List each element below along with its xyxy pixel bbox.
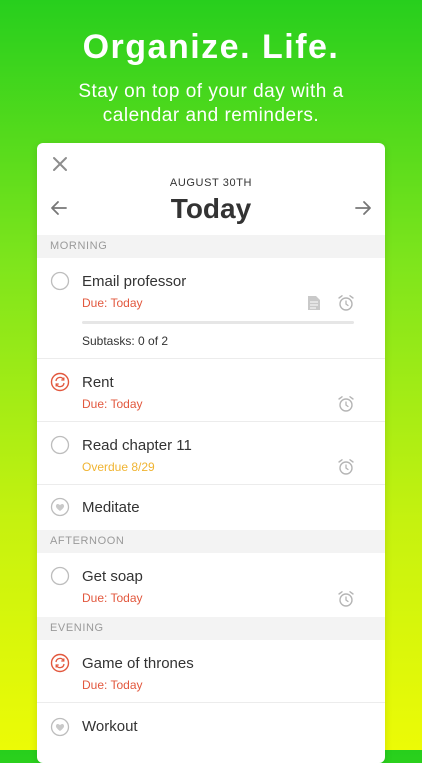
note-icon bbox=[308, 296, 320, 310]
task-title: Meditate bbox=[82, 499, 140, 516]
repeat-icon[interactable] bbox=[50, 372, 70, 392]
task-title: Rent bbox=[82, 374, 114, 391]
task-title: Game of thrones bbox=[82, 655, 194, 672]
task-overdue: Overdue 8/29 bbox=[82, 460, 155, 474]
task-title: Email professor bbox=[82, 273, 187, 290]
task-email-professor[interactable]: Email professor Due: Today Subtasks: 0 o… bbox=[37, 258, 385, 359]
task-title: Read chapter 11 bbox=[82, 437, 192, 454]
task-get-soap[interactable]: Get soap Due: Today bbox=[37, 553, 385, 617]
repeat-icon[interactable] bbox=[50, 653, 70, 673]
task-due: Due: Today bbox=[82, 678, 143, 692]
alarm-icon[interactable] bbox=[337, 458, 355, 476]
task-due: Due: Today bbox=[82, 296, 143, 310]
alarm-icon[interactable] bbox=[337, 395, 355, 413]
task-game-of-thrones[interactable]: Game of thrones Due: Today bbox=[37, 640, 385, 703]
task-workout[interactable]: Workout bbox=[37, 703, 385, 763]
task-meditate[interactable]: Meditate bbox=[37, 485, 385, 530]
heart-icon[interactable] bbox=[50, 497, 70, 517]
alarm-icon[interactable] bbox=[337, 294, 355, 312]
alarm-icon[interactable] bbox=[337, 590, 355, 608]
arrow-right-icon[interactable] bbox=[353, 198, 373, 218]
section-evening: EVENING bbox=[37, 617, 385, 640]
subtask-progress-bar bbox=[82, 321, 354, 324]
arrow-left-icon[interactable] bbox=[49, 198, 69, 218]
task-rent[interactable]: Rent Due: Today bbox=[37, 359, 385, 422]
task-due: Due: Today bbox=[82, 591, 143, 605]
circle-checkbox-icon[interactable] bbox=[50, 566, 70, 586]
close-icon[interactable] bbox=[49, 153, 71, 175]
section-afternoon: AFTERNOON bbox=[37, 530, 385, 553]
hero-title: Organize. Life. bbox=[82, 28, 340, 66]
day-card: AUGUST 30TH Today MORNING Email professo… bbox=[37, 143, 385, 763]
circle-checkbox-icon[interactable] bbox=[50, 435, 70, 455]
date-label: AUGUST 30TH bbox=[169, 177, 253, 189]
task-title: Get soap bbox=[82, 568, 143, 585]
heart-icon[interactable] bbox=[50, 717, 70, 737]
hero-subtitle: Stay on top of your day with a calendar … bbox=[78, 81, 344, 126]
task-due: Due: Today bbox=[82, 397, 143, 411]
subtasks-count: Subtasks: 0 of 2 bbox=[82, 334, 169, 348]
task-title: Workout bbox=[82, 718, 138, 735]
day-title: Today bbox=[170, 193, 252, 224]
circle-checkbox-icon[interactable] bbox=[50, 271, 70, 291]
section-morning: MORNING bbox=[37, 235, 385, 258]
task-read-chapter[interactable]: Read chapter 11 Overdue 8/29 bbox=[37, 422, 385, 485]
